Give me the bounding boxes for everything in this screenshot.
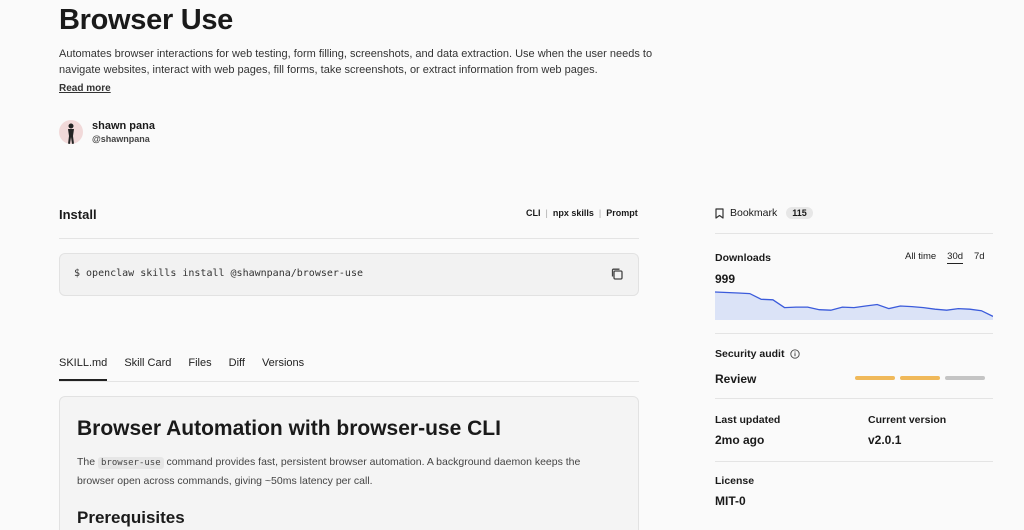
- skill-title: Browser Use: [59, 4, 233, 36]
- copy-icon[interactable]: [610, 267, 624, 281]
- md-heading: Browser Automation with browser-use CLI: [77, 417, 501, 440]
- tab-skill-card[interactable]: Skill Card: [124, 357, 171, 381]
- install-mode-cli[interactable]: CLI: [526, 208, 541, 218]
- tab-files[interactable]: Files: [188, 357, 211, 381]
- divider: [715, 461, 993, 462]
- md-text: The: [77, 456, 99, 468]
- divider: [715, 333, 993, 334]
- install-command: $ openclaw skills install @shawnpana/bro…: [74, 268, 363, 279]
- divider: [59, 238, 639, 239]
- bookmark-count: 115: [786, 207, 813, 219]
- range-all-time[interactable]: All time: [905, 251, 936, 264]
- avatar: [59, 120, 83, 144]
- person-silhouette-icon: [68, 123, 74, 144]
- bookmark-button[interactable]: Bookmark 115: [715, 207, 813, 219]
- inline-code: browser-use: [98, 457, 164, 469]
- security-bar: [900, 376, 940, 380]
- bookmark-label: Bookmark: [730, 207, 778, 219]
- install-heading: Install: [59, 207, 97, 222]
- skill-description: Automates browser interactions for web t…: [59, 48, 653, 76]
- install-mode-npx[interactable]: npx skills: [553, 208, 594, 218]
- author-handle: @shawnpana: [92, 134, 150, 144]
- current-version-value: v2.0.1: [868, 433, 902, 447]
- md-subheading: Prerequisites: [77, 508, 185, 527]
- security-bar: [855, 376, 895, 380]
- security-audit-heading: Security audit: [715, 348, 801, 360]
- skill-md-content: Browser Automation with browser-use CLI …: [59, 396, 639, 530]
- info-icon[interactable]: [790, 349, 801, 359]
- tab-versions[interactable]: Versions: [262, 357, 304, 381]
- downloads-label: Downloads: [715, 252, 772, 264]
- license-value: MIT-0: [715, 494, 746, 508]
- security-audit-bars: [855, 376, 990, 380]
- security-audit-value: Review: [715, 372, 757, 386]
- bookmark-icon: [715, 207, 724, 219]
- range-30d[interactable]: 30d: [947, 251, 964, 264]
- divider: [715, 398, 993, 399]
- tab-diff[interactable]: Diff: [229, 357, 245, 381]
- md-paragraph: The browser-use command provides fast, p…: [77, 453, 617, 490]
- security-audit-label: Security audit: [715, 348, 785, 360]
- read-more-link[interactable]: Read more: [59, 83, 111, 94]
- downloads-sparkline: [715, 291, 993, 320]
- install-mode-prompt[interactable]: Prompt: [606, 208, 638, 218]
- content-tabs: SKILL.md Skill Card Files Diff Versions: [59, 357, 321, 381]
- last-updated-value: 2mo ago: [715, 433, 765, 447]
- last-updated-label: Last updated: [715, 414, 781, 426]
- divider: [715, 233, 993, 234]
- license-label: License: [715, 475, 755, 487]
- range-7d[interactable]: 7d: [974, 251, 985, 264]
- install-command-box: $ openclaw skills install @shawnpana/bro…: [59, 253, 639, 296]
- author[interactable]: shawn pana @shawnpana: [59, 120, 155, 144]
- security-bar: [945, 376, 985, 380]
- sparkline-area: [715, 292, 993, 320]
- tab-skill-md[interactable]: SKILL.md: [59, 357, 108, 381]
- downloads-range-tabs: All time 30d 7d: [905, 251, 985, 264]
- current-version-label: Current version: [868, 414, 947, 426]
- downloads-value: 999: [715, 272, 736, 286]
- author-name: shawn pana: [92, 120, 155, 132]
- install-mode-tabs: CLI | npx skills | Prompt: [526, 208, 638, 218]
- tabs-divider: [59, 381, 639, 382]
